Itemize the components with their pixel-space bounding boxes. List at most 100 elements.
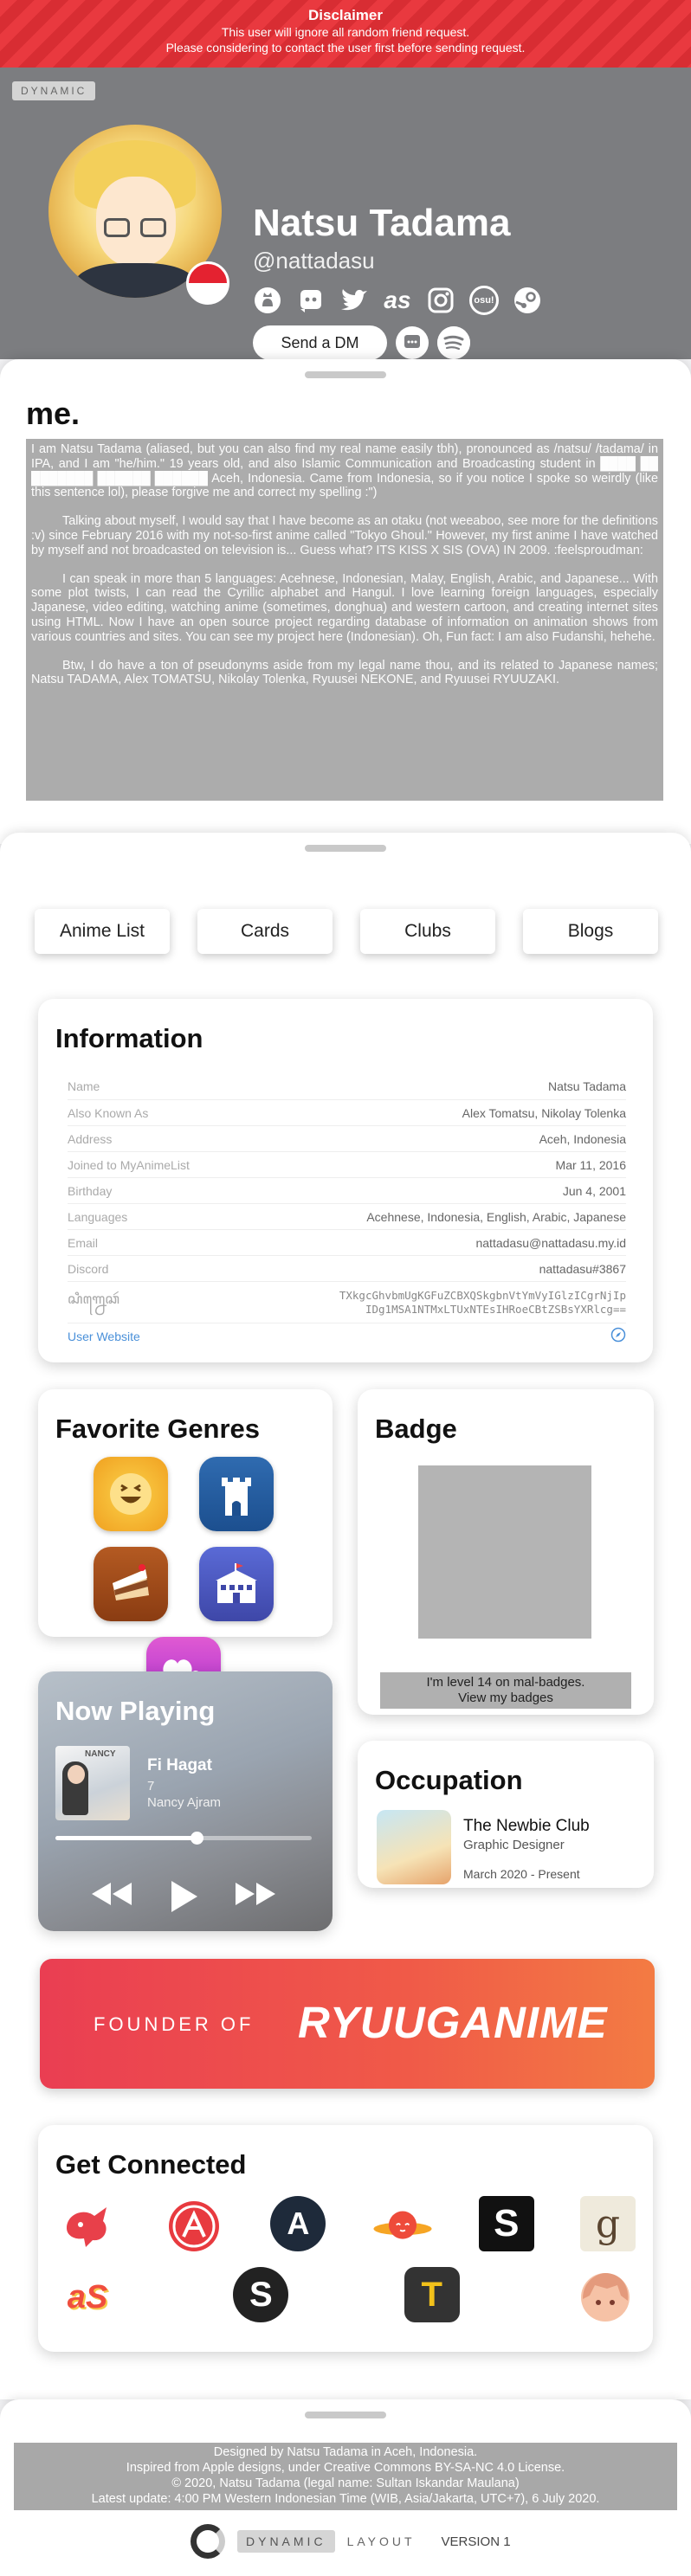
info-label: Address — [68, 1131, 113, 1146]
sheet-handle[interactable] — [305, 845, 386, 852]
layout-badge: DYNAMIC LAYOUT VERSION 1 — [191, 2524, 511, 2559]
sheet-handle[interactable] — [305, 371, 386, 378]
dynamic-label: DYNAMIC — [237, 2530, 335, 2553]
slice-of-life-icon[interactable] — [94, 1547, 168, 1621]
info-label: Discord — [68, 1261, 109, 1276]
info-value: nattadasu@nattadasu.my.id — [475, 1235, 626, 1250]
play-icon[interactable] — [168, 1879, 199, 1922]
user-website-link[interactable]: User Website — [68, 1330, 140, 1343]
annict-icon[interactable] — [372, 2196, 433, 2257]
get-connected-card: Get Connected A S g aS S T — [38, 2125, 653, 2352]
founder-brand: RYUUGANIME — [298, 1998, 608, 2047]
badge-image[interactable] — [418, 1465, 591, 1639]
anilist-icon[interactable]: A — [270, 2196, 326, 2251]
osu-icon[interactable]: osu! — [468, 284, 500, 317]
info-row: Discord nattadasu#3867 — [68, 1255, 626, 1281]
badge-caption[interactable]: I'm level 14 on mal-badges. View my badg… — [380, 1672, 631, 1709]
footer-line: © 2020, Natsu Tadama (legal name: Sultan… — [171, 2476, 520, 2490]
rewind-icon[interactable] — [88, 1879, 135, 1916]
simkl-icon[interactable]: S — [478, 2196, 534, 2251]
info-value: nattadasu#3867 — [539, 1261, 626, 1276]
info-row: Joined to MyAnimeList Mar 11, 2016 — [68, 1151, 626, 1177]
club-logo[interactable] — [377, 1810, 451, 1884]
footer: Designed by Natsu Tadama in Aceh, Indone… — [0, 2399, 691, 2576]
now-playing-card: Now Playing NANCY Fi Hagat 7 Nancy Ajram — [38, 1671, 333, 1931]
favorite-genres-title: Favorite Genres — [55, 1414, 261, 1444]
info-value: Jun 4, 2001 — [562, 1183, 626, 1198]
tab-blogs[interactable]: Blogs — [523, 909, 658, 954]
founder-banner[interactable]: FOUNDER OF RYUUGANIME — [40, 1959, 655, 2089]
badge-title: Badge — [375, 1414, 457, 1444]
footer-line: Latest update: 4:00 PM Western Indonesia… — [91, 2492, 600, 2506]
instagram-icon[interactable] — [424, 284, 457, 317]
social-links: as osu! — [251, 284, 544, 317]
info-label: Joined to MyAnimeList — [68, 1157, 190, 1172]
info-label: Email — [68, 1235, 99, 1250]
send-dm-button[interactable]: Send a DM — [253, 325, 387, 360]
info-value: Acehnese, Indonesia, English, Arabic, Ja… — [366, 1209, 626, 1224]
animeplanet-icon[interactable]: aS — [57, 2267, 118, 2328]
disclaimer-line: Please considering to contact the user f… — [165, 41, 526, 55]
occupation-role: Graphic Designer — [463, 1838, 565, 1852]
shikimori-icon[interactable]: S — [233, 2267, 289, 2322]
trakt-icon[interactable]: T — [404, 2267, 460, 2322]
info-label: Also Known As — [68, 1105, 149, 1120]
about-paragraph: Btw, I do have a ton of pseudonyms aside… — [31, 658, 658, 687]
signature-line: TXkgcGhvbmUgKGFuZCBXQSkgbnVtYmVyIGlzICgr… — [339, 1288, 626, 1302]
dynamic-logo-icon — [191, 2524, 225, 2559]
goodreads-icon[interactable]: g — [579, 2196, 636, 2251]
discord-icon[interactable] — [294, 284, 327, 317]
lastfm-icon[interactable]: as — [381, 284, 414, 317]
disclaimer-line: This user will ignore all random friend … — [221, 25, 470, 39]
school-icon[interactable] — [199, 1547, 274, 1621]
progress-knob[interactable] — [190, 1832, 203, 1845]
info-value: Aceh, Indonesia — [539, 1131, 626, 1146]
album-cover-text: NANCY — [85, 1749, 116, 1759]
info-row-website: User Website — [68, 1323, 626, 1349]
info-row: Also Known As Alex Tomatsu, Nikolay Tolen… — [68, 1099, 626, 1125]
tab-anime-list[interactable]: Anime List — [35, 909, 170, 954]
tab-clubs[interactable]: Clubs — [360, 909, 495, 954]
anime-character-icon[interactable] — [575, 2267, 636, 2328]
fast-forward-icon[interactable] — [232, 1879, 279, 1916]
message-icon[interactable] — [396, 326, 429, 359]
twitter-icon[interactable] — [338, 284, 371, 317]
nav-tabs: Anime List Cards Clubs Blogs — [35, 909, 658, 954]
compass-icon[interactable] — [610, 1327, 626, 1345]
information-title: Information — [55, 1023, 203, 1053]
spotify-icon[interactable] — [437, 326, 470, 359]
now-playing-title: Now Playing — [55, 1696, 216, 1726]
main-section: Anime List Cards Clubs Blogs Information… — [0, 833, 691, 2399]
profile-header: DYNAMIC Natsu Tadama @nattadasu as osu! … — [0, 68, 691, 360]
signature-label: ꦱꦶꦒ꧀ꦤꦺꦕꦂ — [68, 1292, 119, 1307]
founder-label: FOUNDER OF — [94, 2013, 255, 2035]
view-badges-link[interactable]: View my badges — [458, 1690, 553, 1705]
footer-line: Designed by Natsu Tadama in Aceh, Indone… — [213, 2445, 478, 2459]
info-row: Name Natsu Tadama — [68, 1073, 626, 1099]
myanimelist-icon[interactable] — [57, 2196, 118, 2257]
steam-icon[interactable] — [511, 284, 544, 317]
sheet-handle[interactable] — [305, 2412, 386, 2418]
progress-bar[interactable] — [55, 1832, 312, 1845]
info-label: Name — [68, 1079, 100, 1093]
tab-cards[interactable]: Cards — [197, 909, 333, 954]
kitsu-icon[interactable] — [164, 2196, 224, 2257]
comedy-icon[interactable] — [94, 1457, 168, 1531]
connect-icons-row: A S g — [57, 2196, 636, 2257]
about-me-section: me. I am Natsu Tadama (aliased, but you … — [0, 359, 691, 844]
track-number: 7 — [147, 1779, 155, 1794]
github-icon[interactable] — [251, 284, 284, 317]
about-paragraph: I can speak in more than 5 languages: Ac… — [31, 571, 658, 644]
fantasy-icon[interactable] — [199, 1457, 274, 1531]
profile-name: Natsu Tadama — [253, 202, 511, 244]
dynamic-badge: DYNAMIC — [12, 81, 96, 100]
info-row-signature: ꦱꦶꦒ꧀ꦤꦺꦕꦂ TXkgcGhvbmUgKGFuZCBXQSkgbnVtYmV… — [68, 1281, 626, 1323]
club-name[interactable]: The Newbie Club — [463, 1817, 590, 1836]
about-me-text: I am Natsu Tadama (aliased, but you can … — [26, 439, 663, 801]
info-row: Email nattadasu@nattadasu.my.id — [68, 1229, 626, 1255]
footer-text: Designed by Natsu Tadama in Aceh, Indone… — [14, 2443, 677, 2510]
signature-line: IDg1MSA1NTMxLTUxNTEsIHRoeCBtZSBsYXRlcg== — [365, 1302, 626, 1316]
info-value: Natsu Tadama — [547, 1079, 626, 1093]
occupation-card: Occupation The Newbie Club Graphic Desig… — [358, 1741, 654, 1888]
occupation-title: Occupation — [375, 1765, 523, 1795]
